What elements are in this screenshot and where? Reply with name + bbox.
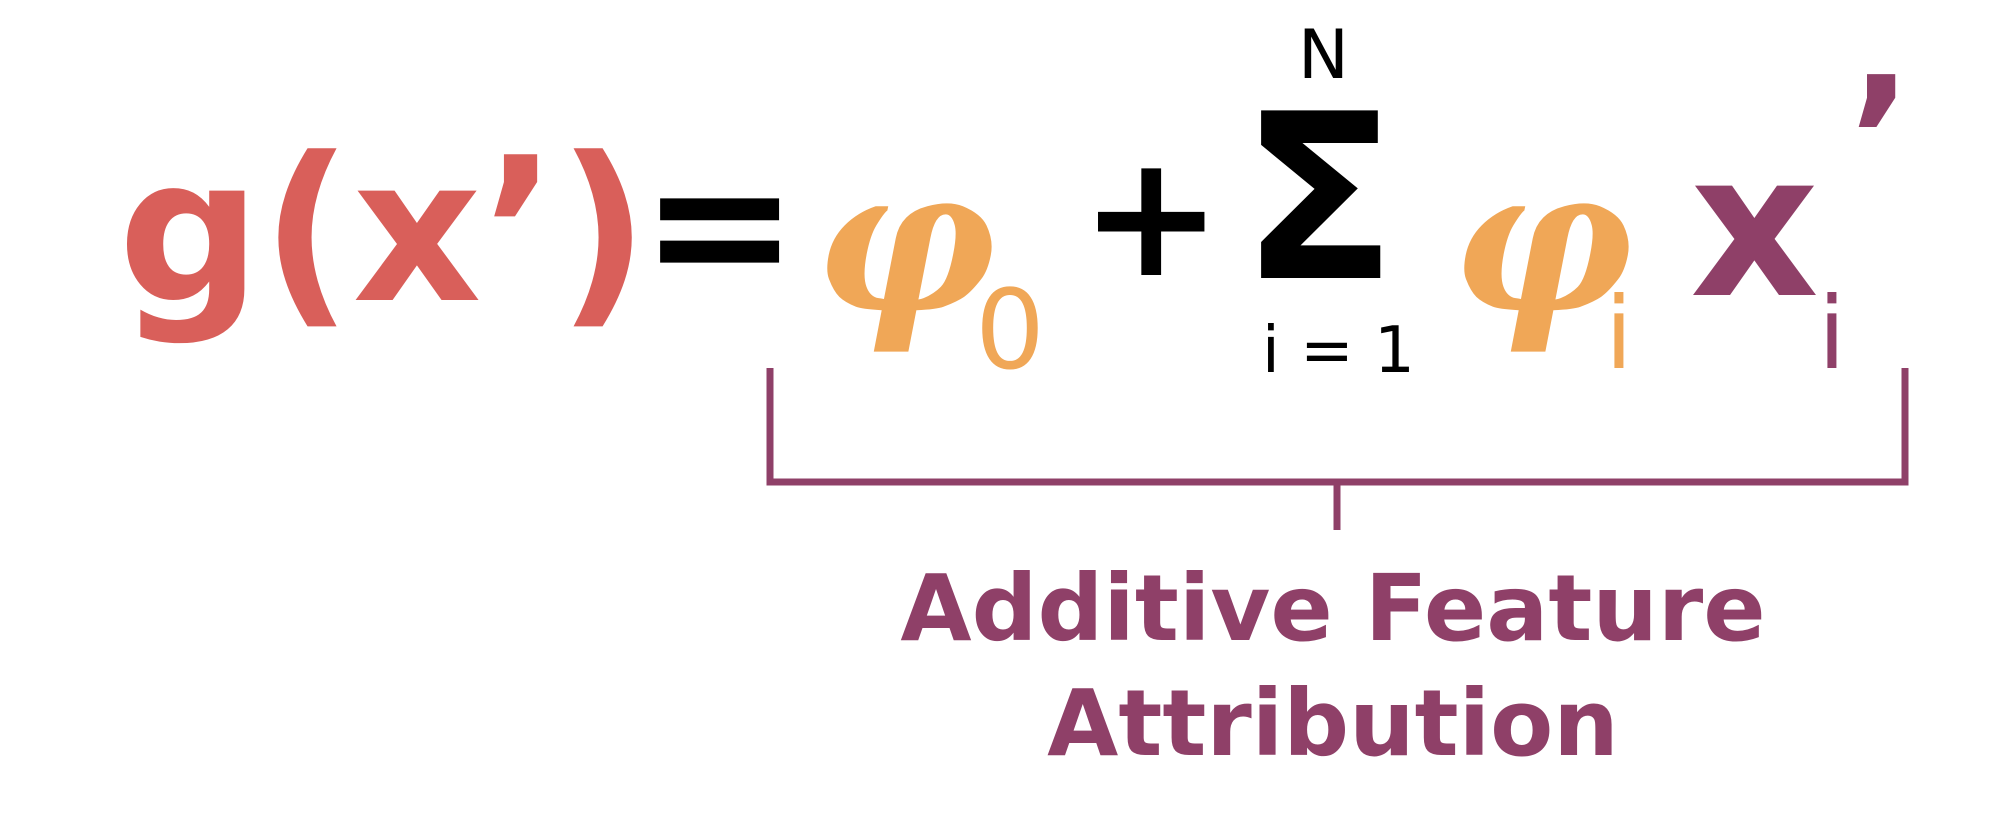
phi-zero-subscript: 0 xyxy=(975,266,1045,394)
phi-zero-symbol: φ xyxy=(815,123,996,358)
x-i-prime: ’ xyxy=(1848,41,1913,239)
brace-bracket xyxy=(766,368,1909,530)
equation-lhs: g(x’) xyxy=(118,115,649,348)
x-i-subscript: i xyxy=(1818,275,1846,392)
shap-equation-diagram: g(x’) = φ 0 + N Σ i = 1 φ i x i ’ Additi… xyxy=(118,16,1913,777)
plus-sign: + xyxy=(1080,118,1222,316)
equals-sign: = xyxy=(640,114,799,335)
sigma-symbol: Σ xyxy=(1240,66,1397,333)
caption-line-2: Attribution xyxy=(1047,670,1619,777)
phi-i-subscript: i xyxy=(1605,275,1633,392)
caption-line-1: Additive Feature xyxy=(900,555,1765,662)
x-i-symbol: x xyxy=(1690,110,1819,343)
sum-lower-limit: i = 1 xyxy=(1262,314,1415,388)
